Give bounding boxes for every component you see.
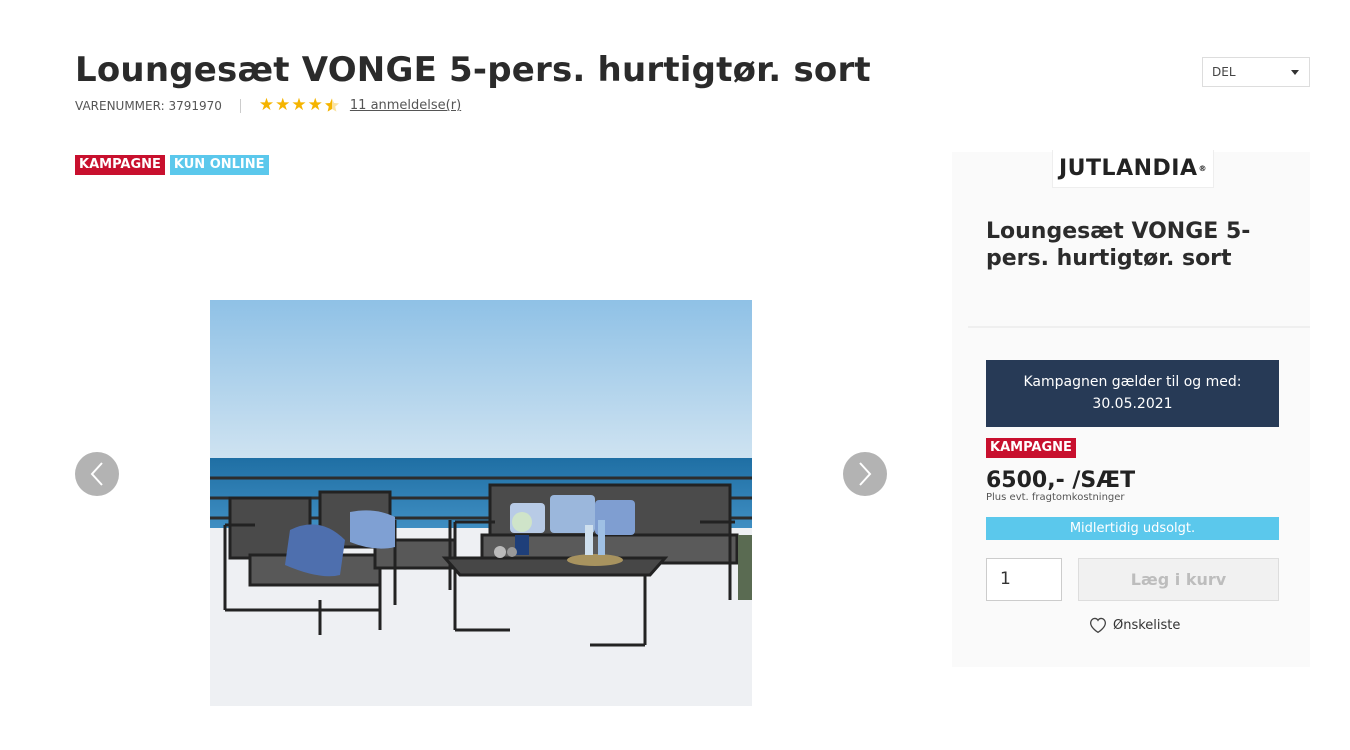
share-label: DEL	[1212, 65, 1236, 79]
chevron-down-icon	[1291, 69, 1299, 75]
star-icon: ★	[307, 95, 323, 115]
reviews-link[interactable]: 11 anmeldelse(r)	[350, 98, 461, 113]
chevron-left-icon	[90, 462, 103, 486]
brand-logo: JUTLANDIA ®	[1052, 150, 1214, 188]
campaign-info-box: Kampagnen gælder til og med: 30.05.2021	[986, 360, 1279, 427]
registered-mark: ®	[1198, 164, 1207, 173]
item-number: VARENUMMER: 3791970	[75, 98, 222, 113]
add-to-cart-button[interactable]: Læg i kurv	[1078, 558, 1279, 601]
meta-divider	[239, 98, 241, 113]
rating-stars[interactable]: ★ ★ ★ ★	[259, 97, 340, 114]
share-dropdown[interactable]: DEL	[1202, 57, 1310, 87]
product-meta: VARENUMMER: 3791970 ★ ★ ★ ★ 11 anmeldels…	[75, 97, 461, 114]
wishlist-label: Ønskeliste	[1113, 617, 1181, 633]
gallery-next-button[interactable]	[843, 452, 887, 496]
brand-name: JUTLANDIA	[1059, 156, 1198, 181]
quantity-input[interactable]: 1	[986, 558, 1062, 601]
campaign-badge: KAMPAGNE	[75, 155, 165, 175]
buy-panel: JUTLANDIA ® Loungesæt VONGE 5-pers. hurti…	[952, 150, 1310, 667]
star-icon: ★	[291, 95, 307, 115]
stock-status: Midlertidig udsolgt.	[986, 517, 1279, 540]
panel-product-title: Loungesæt VONGE 5-pers. hurtigtør. sort	[986, 219, 1251, 271]
campaign-end-date: 30.05.2021	[1092, 396, 1173, 412]
wishlist-button[interactable]: Ønskeliste	[1088, 616, 1180, 634]
price-note: Plus evt. fragtomkostninger	[986, 492, 1125, 503]
product-badges: KAMPAGNE KUN ONLINE	[75, 155, 269, 175]
panel-campaign-badge: KAMPAGNE	[986, 438, 1076, 458]
product-image	[210, 300, 752, 706]
product-title: Loungesæt VONGE 5-pers. hurtigtør. sort	[75, 50, 871, 90]
chevron-right-icon	[859, 462, 872, 486]
panel-divider	[968, 326, 1310, 328]
online-only-badge: KUN ONLINE	[169, 155, 269, 175]
gallery-prev-button[interactable]	[75, 452, 119, 496]
half-star-icon	[324, 98, 339, 112]
star-icon: ★	[275, 95, 291, 115]
campaign-info-label: Kampagnen gælder til og med:	[1023, 374, 1242, 390]
heart-icon	[1089, 617, 1107, 634]
star-icon: ★	[258, 95, 275, 115]
price: 6500,- /SÆT	[986, 468, 1136, 493]
